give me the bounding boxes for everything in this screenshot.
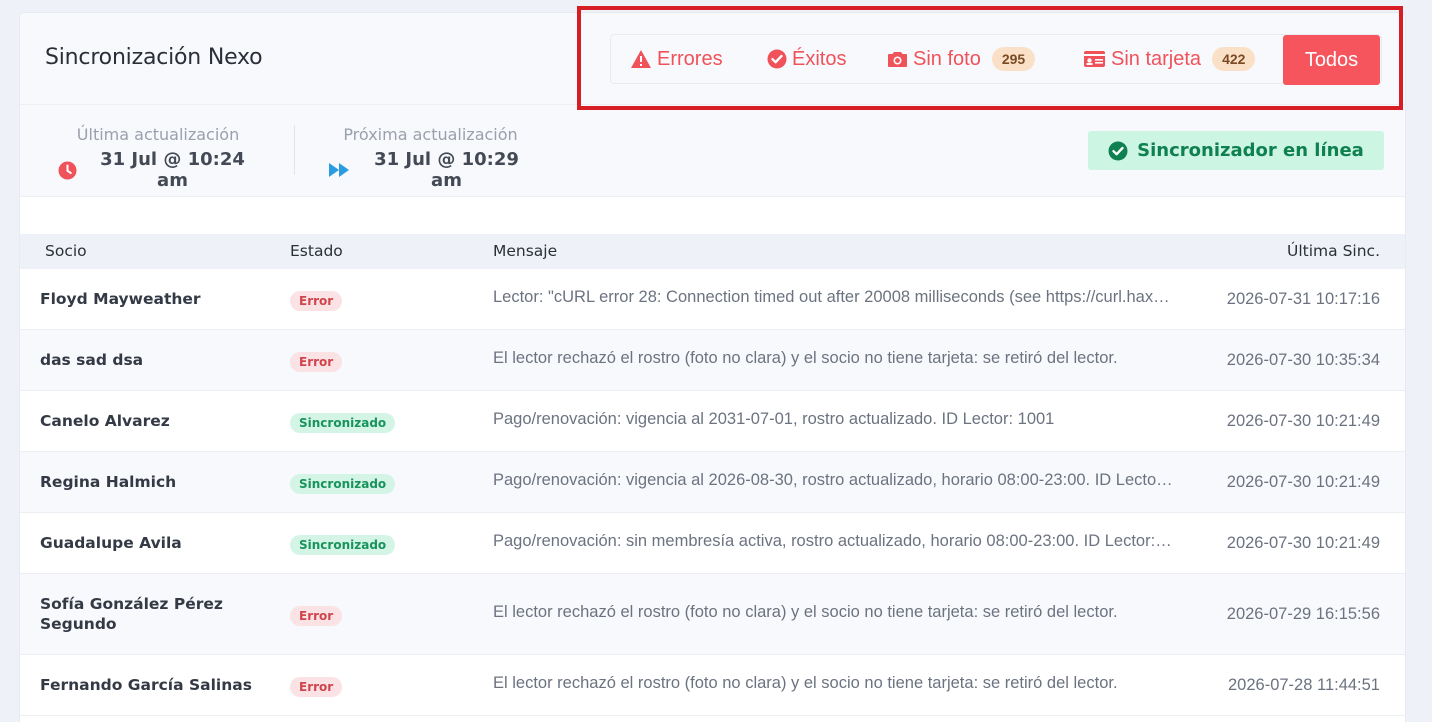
column-header-state[interactable]: Estado: [290, 242, 343, 260]
sync-date: 2026-07-31 10:17:16: [1226, 290, 1380, 308]
sync-date: 2026-07-30 10:21:49: [1226, 534, 1380, 552]
sync-info-bar: Última actualización 31 Jul @ 10:24 am P…: [20, 105, 1405, 197]
no-card-count-badge: 422: [1212, 47, 1256, 71]
filter-no-photo-label: Sin foto: [913, 47, 981, 70]
member-name: Sofía González Pérez Segundo: [40, 595, 223, 633]
page-title: Sincronización Nexo: [45, 45, 263, 70]
warning-triangle-icon: [630, 49, 652, 69]
status-badge: Sincronizado: [290, 413, 396, 433]
sync-message: Lector: "cURL error 28: Connection timed…: [493, 288, 1173, 306]
member-name: Guadalupe Avila: [40, 534, 182, 552]
sync-message: Pago/renovación: sin membresía activa, r…: [493, 532, 1173, 550]
sync-date: 2026-07-30 10:35:34: [1226, 351, 1380, 369]
status-badge: Sincronizado: [290, 535, 396, 555]
filter-group: Errores Éxitos Sin foto 295 Sin tarjeta …: [610, 34, 1382, 85]
camera-icon: [887, 50, 908, 68]
sync-date: 2026-07-30 10:21:49: [1226, 412, 1380, 430]
next-update-block: Próxima actualización 31 Jul @ 10:29 am: [328, 125, 533, 191]
sync-message: El lector rechazó el rostro (foto no cla…: [493, 674, 1118, 692]
status-badge: Error: [290, 677, 343, 697]
no-photo-count-badge: 295: [991, 47, 1036, 71]
sync-date: 2026-07-28 11:44:51: [1228, 676, 1380, 694]
filter-no-card-label: Sin tarjeta: [1111, 47, 1202, 70]
sync-message: El lector rechazó el rostro (foto no cla…: [493, 603, 1118, 621]
table-row[interactable]: Sofía González Pérez Segundo Error El le…: [20, 574, 1405, 655]
filter-success-button[interactable]: Éxitos: [767, 35, 846, 83]
table-row[interactable]: Fernando García Salinas Error El lector …: [20, 655, 1405, 716]
sync-message: Pago/renovación: vigencia al 2031-07-01,…: [493, 410, 1055, 428]
status-badge: Sincronizado: [290, 474, 396, 494]
member-name: Floyd Mayweather: [40, 290, 201, 308]
check-circle-icon: [767, 49, 787, 69]
member-name: Fernando García Salinas: [40, 676, 252, 694]
filter-all-button[interactable]: Todos: [1283, 35, 1380, 85]
last-update-value-row: 31 Jul @ 10:24 am: [58, 149, 258, 191]
last-update-block: Última actualización 31 Jul @ 10:24 am: [58, 125, 258, 191]
status-badge: Error: [290, 291, 343, 311]
sync-status-badge: Sincronizador en línea: [1088, 131, 1384, 170]
table-row[interactable]: das sad dsa Error El lector rechazó el r…: [20, 330, 1405, 391]
filter-no-photo-button[interactable]: Sin foto 295: [887, 35, 1036, 83]
table-header: Socio Estado Mensaje Última Sinc.: [20, 234, 1405, 269]
sync-card: Sincronización Nexo Errores Éxitos Sin f…: [20, 13, 1405, 722]
sync-status-label: Sincronizador en línea: [1137, 140, 1364, 161]
last-update-value: 31 Jul @ 10:24 am: [100, 149, 245, 191]
table-row[interactable]: Guadalupe Avila Sincronizado Pago/renova…: [20, 513, 1405, 574]
card-header: Sincronización Nexo Errores Éxitos Sin f…: [20, 13, 1405, 105]
filter-success-label: Éxitos: [792, 47, 847, 70]
member-name: Canelo Alvarez: [40, 412, 170, 430]
table-row[interactable]: Regina Halmich Sincronizado Pago/renovac…: [20, 452, 1405, 513]
filter-errors-button[interactable]: Errores: [630, 35, 723, 83]
next-update-value: 31 Jul @ 10:29 am: [374, 149, 519, 191]
sync-message: Pago/renovación: vigencia al 2026-08-30,…: [493, 471, 1173, 489]
filter-errors-label: Errores: [657, 47, 723, 70]
sync-table-body: Floyd Mayweather Error Lector: "cURL err…: [20, 269, 1405, 716]
sync-date: 2026-07-29 16:15:56: [1226, 605, 1380, 623]
next-update-value-row: 31 Jul @ 10:29 am: [328, 149, 533, 191]
check-circle-icon: [1108, 141, 1128, 161]
status-badge: Error: [290, 606, 343, 626]
last-update-label: Última actualización: [76, 125, 240, 144]
column-header-message[interactable]: Mensaje: [493, 242, 557, 260]
sync-message: El lector rechazó el rostro (foto no cla…: [493, 349, 1118, 367]
table-row[interactable]: Floyd Mayweather Error Lector: "cURL err…: [20, 269, 1405, 330]
info-divider: [294, 125, 295, 175]
id-card-icon: [1083, 50, 1106, 68]
next-update-label: Próxima actualización: [343, 125, 518, 144]
sync-date: 2026-07-30 10:21:49: [1226, 473, 1380, 491]
status-badge: Error: [290, 352, 343, 372]
column-header-member[interactable]: Socio: [45, 242, 87, 260]
member-name: Regina Halmich: [40, 473, 177, 491]
clock-icon: [58, 161, 77, 180]
table-row[interactable]: Canelo Alvarez Sincronizado Pago/renovac…: [20, 391, 1405, 452]
filter-no-card-button[interactable]: Sin tarjeta 422: [1083, 35, 1256, 83]
member-name: das sad dsa: [40, 351, 144, 369]
fast-forward-icon: [328, 162, 350, 178]
column-header-last-sync[interactable]: Última Sinc.: [1287, 242, 1380, 260]
